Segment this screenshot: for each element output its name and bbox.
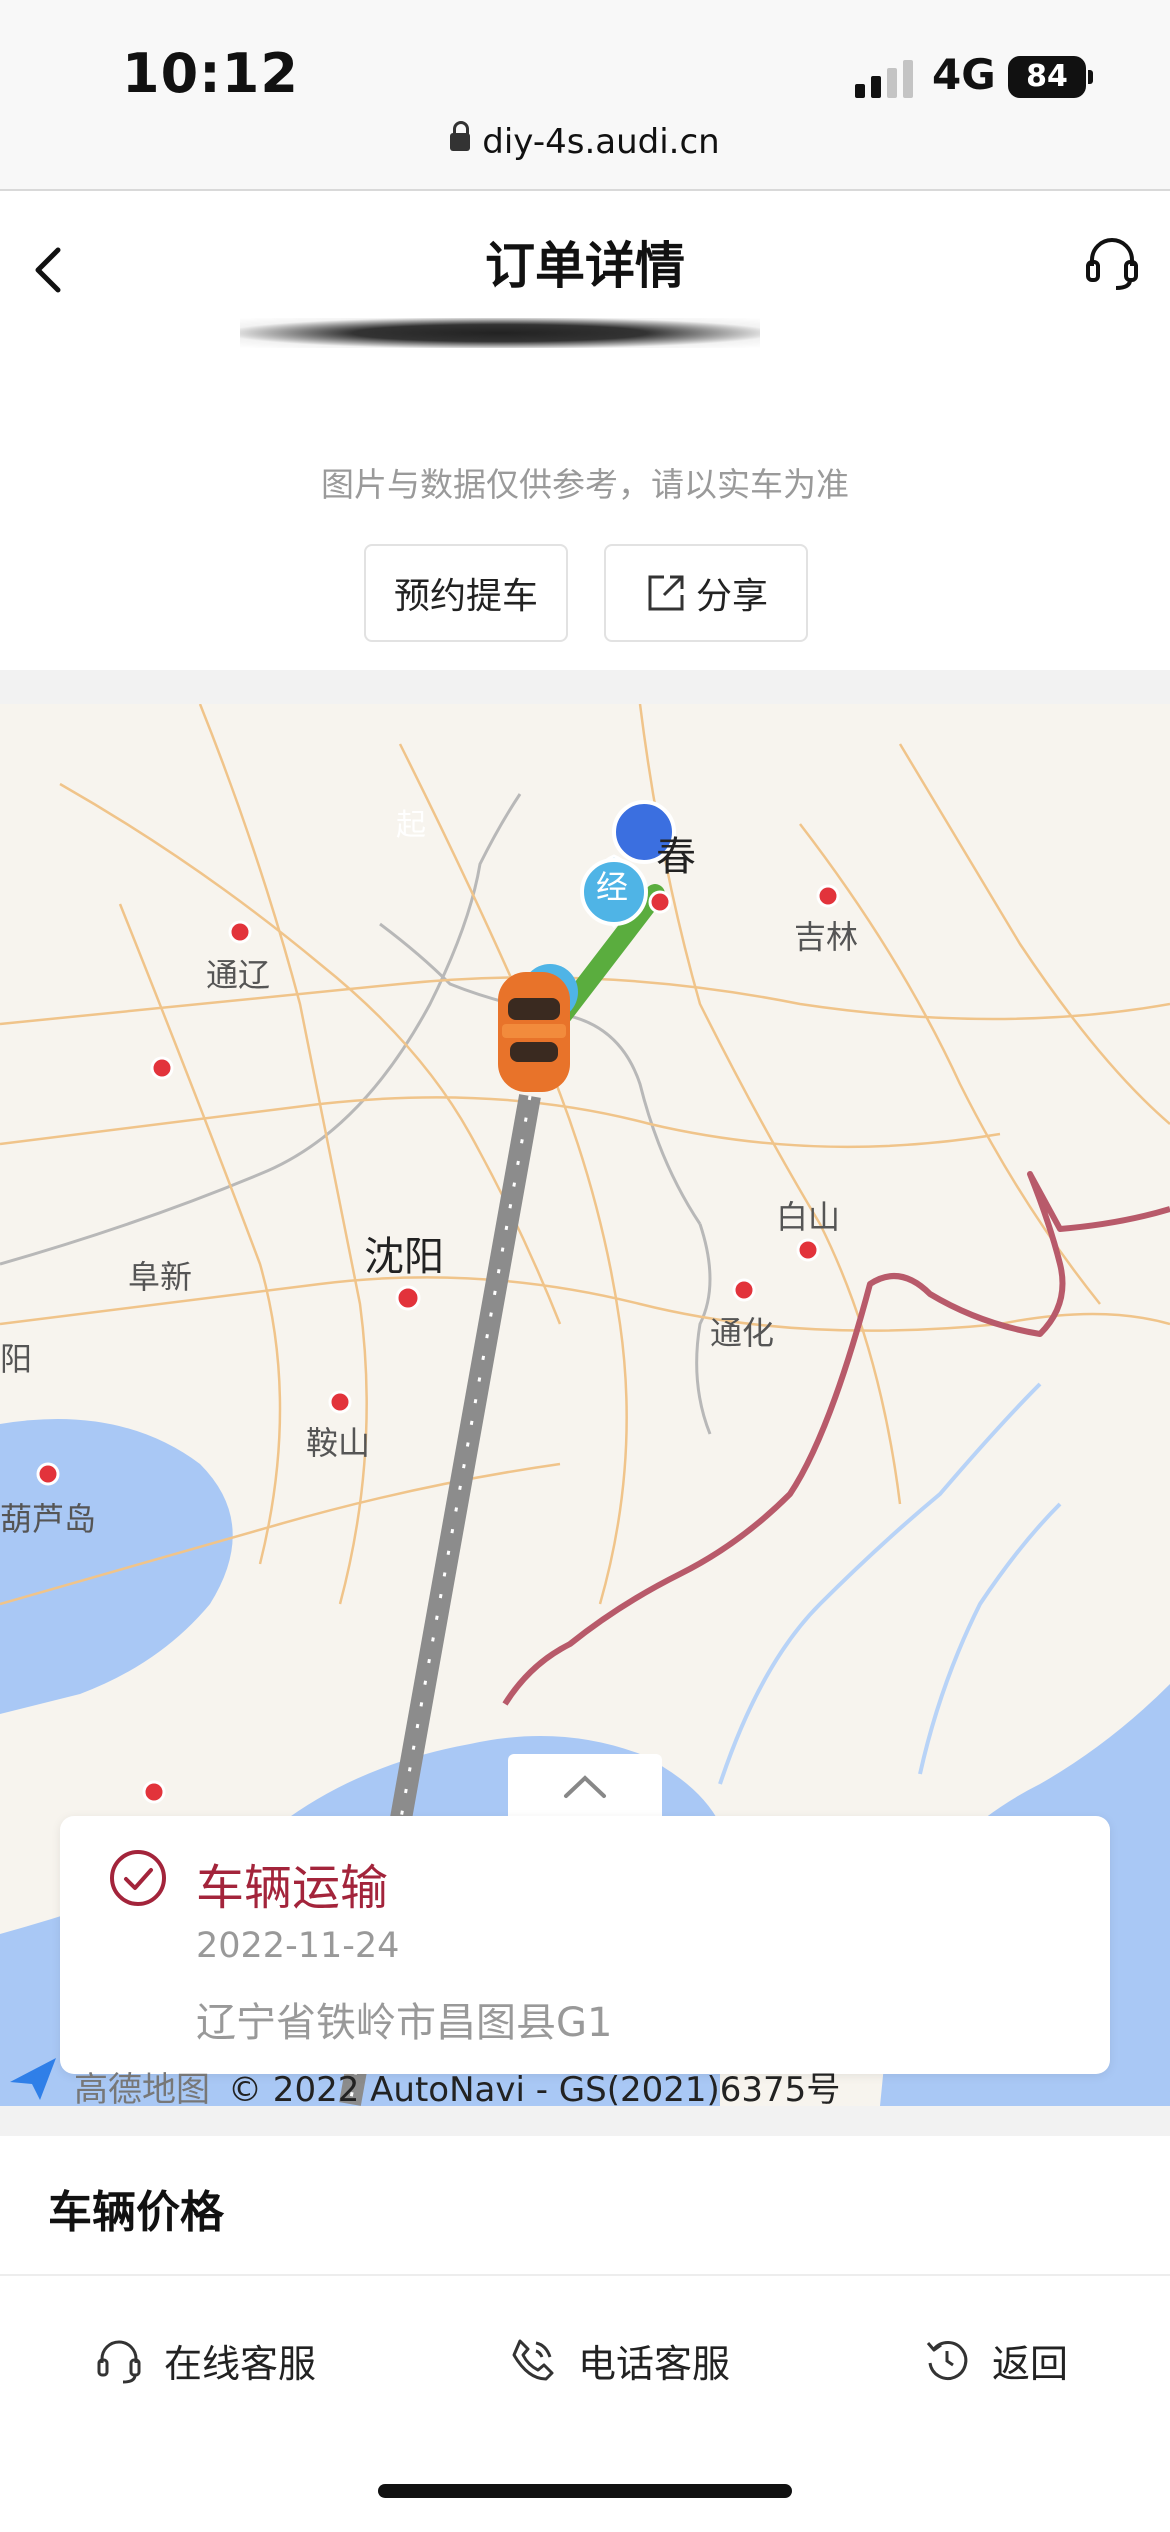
city-label-baishan: 白山 (776, 1198, 841, 1236)
lock-icon (450, 121, 471, 151)
address-bar[interactable]: diy-4s.audi.cn (0, 121, 1170, 172)
divider (0, 2274, 1170, 2276)
phone-icon (512, 2339, 554, 2381)
status-location: 辽宁省铁岭市昌图县G1 (196, 2000, 613, 2046)
headset-icon (97, 2340, 141, 2384)
city-label-partial: 阳 (0, 1340, 33, 1378)
map-attribution: 高德地图 © 2022 AutoNavi - GS(2021)6375号 (0, 2062, 1170, 2110)
car-image-bottom (240, 318, 760, 348)
phone-service-button[interactable]: 电话客服 (508, 2322, 730, 2398)
share-icon (648, 575, 684, 611)
status-date: 2022-11-24 (196, 1926, 400, 1966)
status-time: 10:12 (122, 42, 299, 105)
chevron-up-icon (564, 1775, 606, 1798)
image-disclaimer: 图片与数据仅供参考，请以实车为准 (321, 465, 849, 504)
map-marker-start: 起 (396, 808, 426, 843)
return-icon (926, 2341, 968, 2380)
section-title-price: 车辆价格 (48, 2187, 224, 2238)
section-separator (0, 2106, 1170, 2136)
return-label: 返回 (992, 2341, 1069, 2386)
signal-icon (855, 60, 913, 98)
online-service-button[interactable]: 在线客服 (94, 2322, 316, 2398)
vehicle-marker (498, 972, 570, 1092)
city-label-changchun: 春 (656, 834, 696, 880)
url-text: diy-4s.audi.cn (482, 122, 720, 162)
city-label-fuxin: 阜新 (128, 1258, 193, 1296)
page-title: 订单详情 (485, 237, 685, 295)
customer-service-icon[interactable] (1082, 232, 1142, 292)
city-label-shenyang: 沈阳 (364, 1234, 444, 1280)
online-service-label: 在线客服 (164, 2341, 317, 2386)
collapse-tab[interactable] (508, 1754, 662, 1820)
share-button[interactable]: 分享 (604, 544, 808, 642)
battery-icon: 84 (1008, 56, 1086, 98)
share-label: 分享 (695, 576, 768, 617)
reserve-pickup-button[interactable]: 预约提车 (364, 544, 568, 642)
city-label-tonghua: 通化 (710, 1314, 775, 1352)
map-brand: 高德地图 (74, 2070, 210, 2110)
status-title: 车辆运输 (196, 1860, 389, 1916)
map-copyright-text: © 2022 AutoNavi - GS(2021)6375号 (228, 2070, 841, 2110)
city-label-huludao: 葫芦岛 (0, 1500, 97, 1538)
phone-service-label: 电话客服 (578, 2341, 731, 2386)
city-label-tongliao: 通辽 (206, 956, 271, 994)
network-type: 4G (932, 50, 996, 99)
home-indicator[interactable] (378, 2484, 792, 2498)
map-marker-via: 经 (596, 868, 629, 906)
battery-tip (1088, 70, 1093, 84)
city-label-anshan: 鞍山 (306, 1424, 371, 1462)
check-circle-icon (110, 1850, 166, 1906)
city-label-jilin: 吉林 (794, 918, 859, 956)
return-button[interactable]: 返回 (922, 2322, 1068, 2398)
section-separator (0, 670, 1170, 704)
